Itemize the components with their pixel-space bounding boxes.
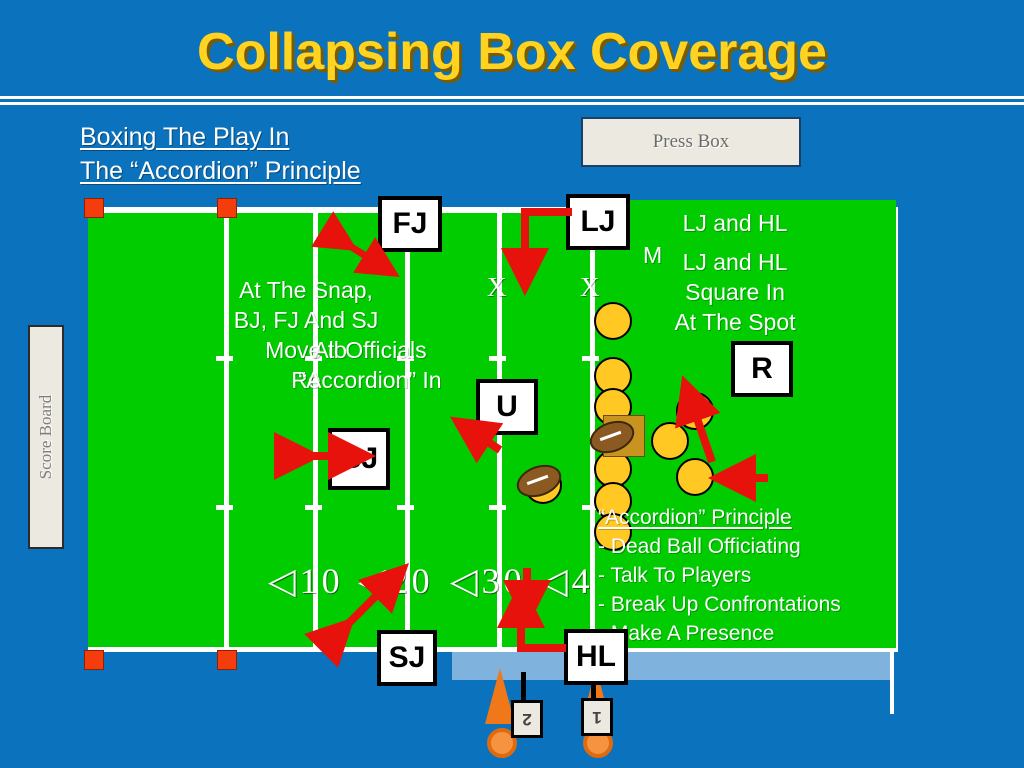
bullet-item: - Dead Ball Officiating [598, 535, 801, 558]
official-marker-bj[interactable]: BJ [328, 428, 390, 490]
pylon [217, 650, 237, 670]
header-divider-top [0, 96, 1024, 99]
player-marker [676, 458, 714, 496]
pylon [217, 198, 237, 218]
score-board-label: Score Board [36, 394, 55, 480]
official-label-fj: FJ [392, 207, 428, 240]
down-marker-2: 2 [511, 700, 543, 738]
yard-number: ◁30 [450, 561, 526, 601]
hash-mark [305, 505, 322, 510]
official-marker-fj[interactable]: FJ [378, 196, 442, 252]
official-label-hl: HL [576, 640, 616, 673]
header-divider-bottom [0, 102, 1024, 105]
hash-mark [397, 505, 414, 510]
press-box-label: Press Box [652, 131, 730, 152]
headline-line-1: Boxing The Play In [80, 123, 290, 151]
slide-canvas: Collapsing Box Coverage Boxing The Play … [0, 0, 1024, 768]
hash-mark [216, 505, 233, 510]
accordion-principle-heading: “Accordion” Principle [598, 506, 792, 529]
official-marker-r[interactable]: R [731, 341, 793, 397]
headline-line-2: The “Accordion” Principle [80, 157, 361, 185]
pylon [84, 650, 104, 670]
down-marker-1: 1 [581, 698, 613, 736]
x-marker: X [580, 272, 600, 302]
all-officials-text: All Officials “Accordion” In [298, 337, 442, 393]
official-marker-sj[interactable]: SJ [377, 630, 437, 686]
bullet-item: - Talk To Players [598, 564, 752, 587]
bullet-item: - Make A Presence [598, 622, 775, 645]
player-marker [651, 422, 689, 460]
official-marker-u[interactable]: U [476, 379, 538, 435]
headline-text: Boxing The Play In The “Accordion” Princ… [80, 120, 510, 188]
page-title: Collapsing Box Coverage [197, 23, 827, 81]
score-board: Score Board [28, 325, 64, 549]
lj-hl-top-text: LJ and HL [682, 210, 788, 236]
player-marker [676, 392, 714, 430]
official-label-lj: LJ [580, 205, 616, 238]
yard-number: ◁10 [268, 561, 344, 601]
hash-mark [489, 356, 506, 361]
press-box: Press Box [581, 117, 801, 167]
slide-header: Collapsing Box Coverage [0, 0, 1024, 96]
yard-number: ◁20 [358, 561, 434, 601]
pylon [84, 198, 104, 218]
official-marker-hl[interactable]: HL [564, 629, 628, 685]
official-label-bj: BJ [339, 442, 379, 475]
official-label-sj: SJ [388, 641, 426, 674]
lj-hl-square-in-text: LJ and HL Square In At The Spot [674, 249, 796, 335]
track-edge-right [890, 652, 894, 714]
player-marker [594, 302, 632, 340]
official-label-u: U [496, 390, 518, 423]
official-marker-lj[interactable]: LJ [566, 194, 630, 250]
yard-number: ◁4 [540, 561, 594, 601]
official-label-r: R [751, 352, 773, 385]
bullet-item: - Break Up Confrontations [598, 593, 841, 616]
hash-mark [489, 505, 506, 510]
x-marker: X [487, 272, 507, 302]
accordion-principle-list: “Accordion” Principle - Dead Ball Offici… [598, 503, 898, 648]
hash-mark [582, 356, 599, 361]
